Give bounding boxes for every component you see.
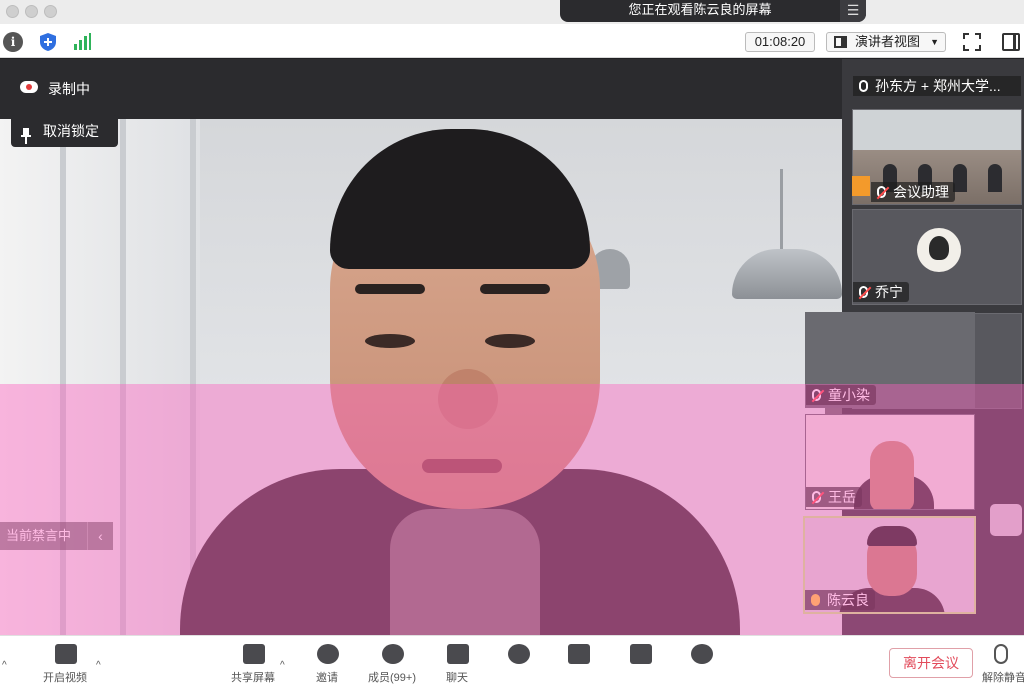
participant-tile[interactable]: 王岳: [805, 414, 975, 510]
meeting-timer: 01:08:20: [745, 32, 815, 52]
recording-bar: 录制中: [0, 59, 842, 119]
participant-name: 孙东方 + 郑州大学...: [853, 76, 1021, 96]
zoom-window-button[interactable]: [44, 5, 57, 18]
chat-label: 聊天: [446, 672, 468, 684]
participant-tile[interactable]: 童小染: [805, 312, 975, 408]
share-banner-text: 您正在观看陈云良的屏幕: [628, 2, 772, 17]
invite-button[interactable]: 邀请: [292, 642, 362, 687]
pin-icon: [21, 123, 31, 144]
screen-share-banner: 您正在观看陈云良的屏幕 ☰: [560, 0, 866, 22]
meeting-control-bar: ^ 开启视频 ^ 共享屏幕 ^ 邀请 成员(99+) 聊天 离开会议 解除静音: [0, 635, 1024, 687]
view-mode-dropdown[interactable]: 演讲者视图 ▼: [826, 32, 946, 52]
share-screen-icon: [243, 644, 265, 664]
share-screen-label: 共享屏幕: [231, 672, 275, 684]
mic-muted-icon: [812, 389, 821, 401]
invite-label: 邀请: [316, 672, 338, 684]
members-button[interactable]: 成员(99+): [357, 642, 427, 687]
title-bar: 您正在观看陈云良的屏幕 ☰: [0, 0, 1024, 24]
meeting-window: 您正在观看陈云良的屏幕 ☰ i 01:08:20 演讲者视图 ▼ 录制中 取消锁…: [0, 0, 1024, 687]
side-panel-icon[interactable]: [1002, 33, 1020, 51]
chevron-up-icon[interactable]: ^: [280, 660, 285, 671]
minimize-window-button[interactable]: [25, 5, 38, 18]
participant-tile[interactable]: 会议助理: [852, 109, 1022, 205]
camera-off-icon: [55, 644, 77, 664]
participant-name: 童小染: [806, 385, 876, 405]
meeting-toolbar: i 01:08:20 演讲者视图 ▼: [0, 24, 1024, 58]
mic-muted-icon: [859, 80, 868, 92]
chat-icon: [447, 644, 469, 664]
mic-muted-icon: [812, 491, 821, 503]
raise-hand-icon: [568, 644, 590, 664]
speaker-view-icon: [834, 36, 847, 48]
unmute-label: 解除静音: [982, 672, 1024, 684]
close-window-button[interactable]: [6, 5, 19, 18]
background-window: [0, 119, 200, 635]
host-badge-icon: [852, 176, 870, 196]
unpin-button[interactable]: 取消锁定: [11, 115, 118, 147]
start-video-button[interactable]: 开启视频: [30, 642, 100, 687]
mic-muted-icon: [859, 286, 868, 298]
speaker-figure: [180, 129, 740, 635]
mic-active-icon: [811, 594, 820, 606]
view-mode-label: 演讲者视图: [855, 34, 921, 49]
recording-label: 录制中: [48, 81, 90, 97]
members-label: 成员(99+): [368, 672, 416, 684]
share-menu-icon[interactable]: ☰: [840, 0, 866, 22]
chevron-up-icon[interactable]: ^: [2, 660, 7, 671]
signal-icon[interactable]: [72, 32, 92, 52]
record-icon: [508, 644, 530, 664]
info-icon[interactable]: i: [3, 32, 23, 52]
shield-icon[interactable]: [38, 32, 58, 52]
participant-name: 陈云良: [805, 590, 875, 610]
participant-tile-active-speaker[interactable]: 陈云良: [803, 516, 976, 614]
unpin-label: 取消锁定: [43, 123, 99, 139]
avatar: [917, 228, 961, 272]
participant-tile[interactable]: 乔宁: [852, 209, 1022, 305]
fullscreen-icon[interactable]: [963, 33, 981, 51]
gear-icon: [691, 644, 713, 664]
whiteboard-icon[interactable]: [990, 504, 1022, 536]
pendant-lamp: [732, 169, 842, 299]
apps-button[interactable]: [605, 642, 675, 687]
start-video-label: 开启视频: [43, 672, 87, 684]
main-speaker-video[interactable]: 录制中 取消锁定 ›: [0, 59, 842, 635]
chat-button[interactable]: 聊天: [422, 642, 492, 687]
leave-meeting-button[interactable]: 离开会议: [889, 648, 973, 678]
settings-button[interactable]: [666, 642, 736, 687]
cloud-record-icon: [20, 81, 38, 93]
mute-all-label: 当前禁言中: [6, 528, 72, 543]
share-screen-button[interactable]: 共享屏幕: [218, 642, 288, 687]
add-person-icon: [317, 644, 339, 664]
participant-name: 王岳: [806, 487, 862, 507]
chevron-left-icon[interactable]: ‹: [87, 522, 113, 550]
participant-name: 会议助理: [871, 182, 955, 202]
chevron-up-icon[interactable]: ^: [96, 660, 101, 671]
participant-name: 乔宁: [853, 282, 909, 302]
unmute-button[interactable]: 解除静音: [980, 642, 1024, 687]
raise-hand-button[interactable]: [543, 642, 613, 687]
members-icon: [382, 644, 404, 664]
mute-all-indicator[interactable]: 当前禁言中 ‹: [0, 522, 113, 550]
chevron-down-icon: ▼: [930, 37, 939, 47]
apps-grid-icon: [630, 644, 652, 664]
mic-muted-icon: [877, 186, 886, 198]
mic-icon: [994, 644, 1008, 664]
